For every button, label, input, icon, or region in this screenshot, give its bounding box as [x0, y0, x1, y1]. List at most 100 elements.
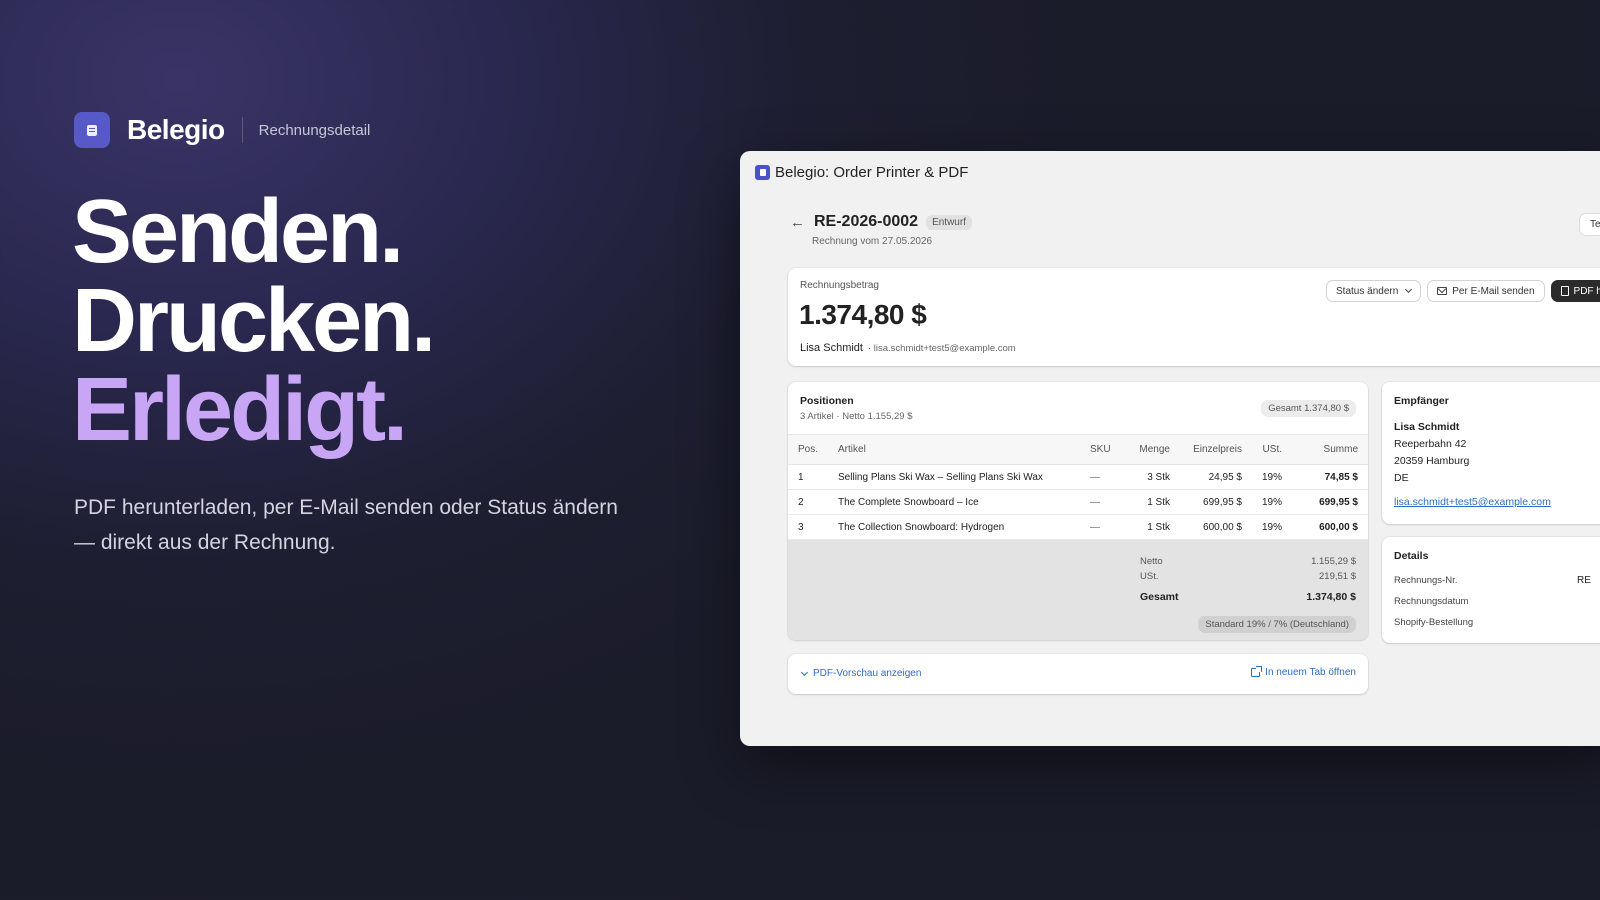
- send-email-label: Per E-Mail senden: [1452, 285, 1535, 297]
- table-header-row: Pos. Artikel SKU Menge Einzelpreis USt. …: [788, 434, 1368, 465]
- positions-title: Positionen: [800, 395, 854, 407]
- column-header: Einzelpreis: [1179, 434, 1252, 465]
- detail-order-label: Shopify-Bestellung: [1394, 617, 1474, 628]
- send-email-button[interactable]: Per E-Mail senden: [1427, 280, 1545, 302]
- cell-pos: 2: [788, 489, 829, 515]
- change-status-button[interactable]: Status ändern: [1326, 280, 1422, 302]
- brand-logo-icon: [74, 112, 110, 148]
- cell-article: Selling Plans Ski Wax – Selling Plans Sk…: [828, 464, 1080, 490]
- tax-label: USt.: [1140, 571, 1159, 582]
- net-total-row: Netto 1.155,29 $: [1140, 556, 1356, 567]
- line-items-table: Pos. Artikel SKU Menge Einzelpreis USt. …: [788, 434, 1368, 540]
- details-title: Details: [1394, 550, 1429, 562]
- status-badge: Entwurf: [926, 214, 972, 230]
- cell-tax: 19%: [1251, 464, 1292, 490]
- detail-invoice-no-label: Rechnungs-Nr.: [1394, 575, 1458, 586]
- pdf-preview-label: PDF-Vorschau anzeigen: [813, 668, 922, 679]
- cell-sum: 699,95 $: [1292, 489, 1368, 515]
- gross-total-row: Gesamt 1.374,80 $: [1140, 591, 1356, 603]
- tax-value: 219,51 $: [1319, 571, 1356, 582]
- column-header: SKU: [1079, 434, 1124, 465]
- customer-line: Lisa Schmidt · lisa.schmidt+test5@example…: [800, 342, 1016, 354]
- cell-sku: —: [1079, 464, 1124, 490]
- pdf-preview-card: PDF-Vorschau anzeigen In neuem Tab öffne…: [788, 654, 1368, 694]
- chevron-down-icon: [800, 668, 809, 676]
- tax-rule-badge: Standard 19% / 7% (Deutschland): [1198, 616, 1356, 633]
- hero-headline: Senden. Drucken. Erledigt.: [72, 182, 436, 460]
- open-new-tab-link[interactable]: In neuem Tab öffnen: [1251, 666, 1356, 678]
- positions-subtitle: 3 Artikel · Netto 1.155,29 $: [800, 411, 913, 422]
- pdf-preview-toggle[interactable]: PDF-Vorschau anzeigen: [800, 668, 922, 679]
- gross-value: 1.374,80 $: [1306, 591, 1356, 603]
- table-row: 3 The Collection Snowboard: Hydrogen — 1…: [788, 514, 1368, 540]
- detail-invoice-no-value: RE: [1577, 575, 1591, 586]
- cell-qty: 1 Stk: [1123, 489, 1180, 515]
- amount-label: Rechnungsbetrag: [800, 280, 879, 291]
- column-header: Summe: [1292, 434, 1368, 465]
- recipient-city: 20359 Hamburg: [1394, 455, 1470, 467]
- cell-price: 600,00 $: [1179, 514, 1252, 540]
- brand-section-label: Rechnungsdetail: [258, 121, 371, 139]
- cell-article: The Complete Snowboard – Ice: [828, 489, 1080, 515]
- window-title-bar: Belegio: Order Printer & PDF: [755, 164, 968, 181]
- detail-date-label: Rechnungsdatum: [1394, 596, 1469, 607]
- brand-divider: [241, 117, 243, 143]
- positions-card: Positionen 3 Artikel · Netto 1.155,29 $ …: [788, 382, 1368, 640]
- totals-section: Netto 1.155,29 $ USt. 219,51 $ Gesamt 1.…: [788, 540, 1368, 640]
- recipient-address: Lisa Schmidt Reeperbahn 42 20359 Hamburg…: [1394, 419, 1469, 487]
- customer-name: Lisa Schmidt: [800, 342, 863, 354]
- window-title: Belegio: Order Printer & PDF: [775, 164, 969, 181]
- download-pdf-label: PDF her: [1573, 285, 1600, 297]
- table-row: 1 Selling Plans Ski Wax – Selling Plans …: [788, 464, 1368, 490]
- column-header: USt.: [1251, 434, 1292, 465]
- cell-qty: 1 Stk: [1123, 514, 1180, 540]
- back-arrow-icon[interactable]: ←: [790, 214, 805, 231]
- invoice-amount: 1.374,80 $: [799, 299, 927, 330]
- hero-subcopy: PDF herunterladen, per E-Mail senden ode…: [74, 496, 618, 554]
- headline-line-3: Erledigt.: [72, 360, 408, 460]
- app-document-icon: [755, 165, 770, 180]
- recipient-title: Empfänger: [1394, 395, 1449, 407]
- cell-price: 699,95 $: [1179, 489, 1252, 515]
- column-header: Menge: [1123, 434, 1180, 465]
- cell-article: The Collection Snowboard: Hydrogen: [828, 514, 1080, 540]
- gross-label: Gesamt: [1140, 591, 1179, 603]
- net-label: Netto: [1140, 556, 1163, 567]
- brand-name: Belegio: [127, 114, 225, 145]
- mail-icon: [1437, 287, 1448, 295]
- app-window: Belegio: Order Printer & PDF ← RE-2026-0…: [740, 151, 1600, 746]
- top-right-button[interactable]: Te: [1579, 213, 1600, 236]
- invoice-summary-card: Rechnungsbetrag 1.374,80 $ Lisa Schmidt ·…: [788, 268, 1600, 366]
- external-link-icon: [1251, 666, 1263, 677]
- table-row: 2 The Complete Snowboard – Ice — 1 Stk 6…: [788, 489, 1368, 515]
- cell-sum: 600,00 $: [1292, 514, 1368, 540]
- recipient-email-link[interactable]: lisa.schmidt+test5@example.com: [1394, 496, 1551, 508]
- tax-total-row: USt. 219,51 $: [1140, 571, 1356, 582]
- brand-header: Belegio Rechnungsdetail: [74, 112, 370, 148]
- headline-line-2: Drucken.: [72, 271, 436, 371]
- recipient-country: DE: [1394, 472, 1409, 484]
- cell-tax: 19%: [1251, 489, 1292, 515]
- positions-total-badge: Gesamt 1.374,80 $: [1261, 400, 1356, 417]
- invoice-header: ← RE-2026-0002 Entwurf Rechnung vom 27.0…: [790, 213, 972, 247]
- invoice-number: RE-2026-0002: [814, 213, 919, 230]
- cell-sum: 74,85 $: [1292, 464, 1368, 490]
- invoice-actions: Status ändern Per E-Mail senden PDF her: [1326, 280, 1600, 302]
- chevron-down-icon: [1405, 285, 1413, 294]
- pdf-icon: [1560, 286, 1569, 296]
- net-value: 1.155,29 $: [1311, 556, 1356, 567]
- column-header: Pos.: [788, 434, 829, 465]
- cell-tax: 19%: [1251, 514, 1292, 540]
- recipient-card: Empfänger Lisa Schmidt Reeperbahn 42 203…: [1382, 382, 1600, 524]
- recipient-name: Lisa Schmidt: [1394, 421, 1460, 433]
- cell-pos: 3: [788, 514, 829, 540]
- cell-sku: —: [1079, 489, 1124, 515]
- details-card: Details Rechnungs-Nr. RE Rechnungsdatum …: [1382, 537, 1600, 643]
- open-new-tab-label: In neuem Tab öffnen: [1265, 667, 1356, 678]
- invoice-date: Rechnung vom 27.05.2026: [812, 236, 933, 247]
- cell-qty: 3 Stk: [1123, 464, 1180, 490]
- change-status-label: Status ändern: [1336, 285, 1399, 297]
- headline-line-1: Senden.: [72, 182, 404, 282]
- download-pdf-button[interactable]: PDF her: [1550, 280, 1600, 302]
- cell-price: 24,95 $: [1179, 464, 1252, 490]
